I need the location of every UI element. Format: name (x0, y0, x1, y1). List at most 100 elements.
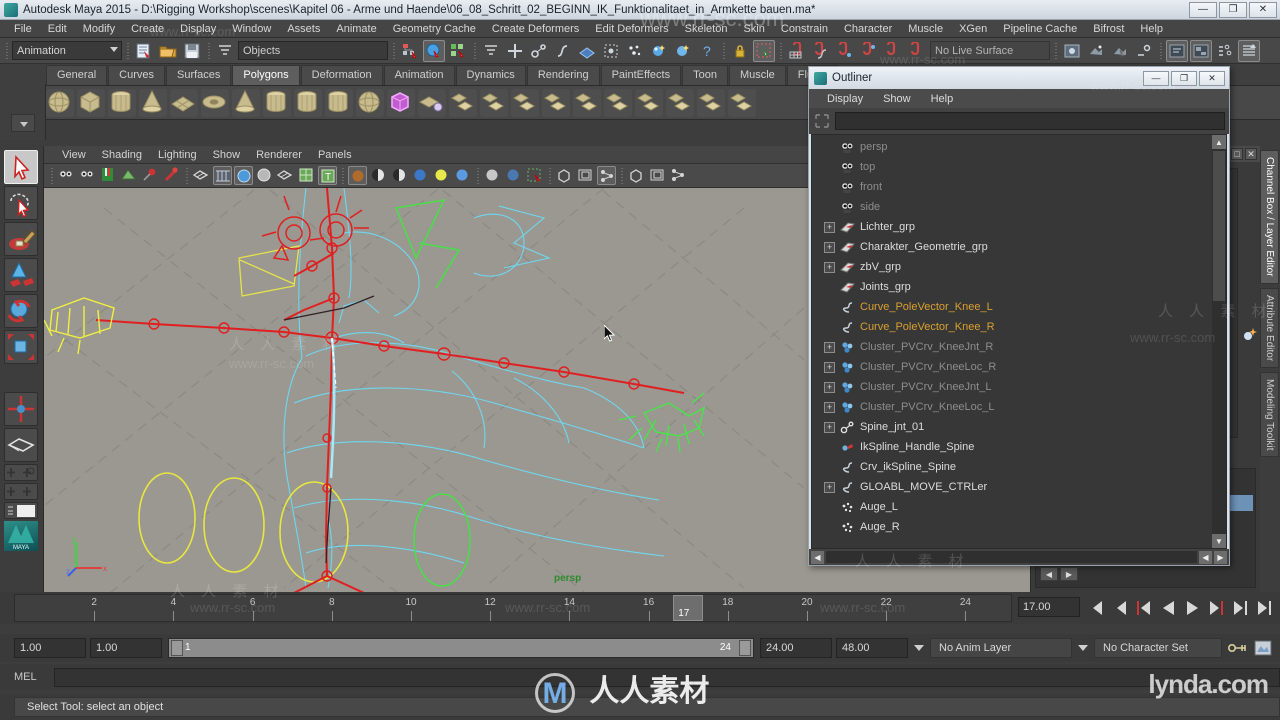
menu-item-skin[interactable]: Skin (735, 20, 772, 38)
select-tool[interactable] (4, 150, 38, 184)
render-settings-icon[interactable] (1133, 40, 1155, 62)
viewport-menu-lighting[interactable]: Lighting (150, 149, 205, 161)
hscroll-far-right-icon[interactable]: ▶ (1214, 550, 1227, 564)
expand-toggle-icon[interactable]: + (824, 381, 835, 393)
soft-modification-tool[interactable] (4, 392, 38, 426)
rotate-tool[interactable] (4, 294, 38, 328)
poly-cone-icon[interactable] (139, 88, 167, 117)
expand-toggle-icon[interactable]: + (824, 361, 835, 373)
snap-projected-icon[interactable] (858, 40, 880, 62)
step-forward-keyframe-icon[interactable] (1230, 598, 1250, 618)
outliner-window[interactable]: Outliner — ❐ ✕ Display Show Help persp top f… (808, 66, 1230, 566)
save-scene-icon[interactable] (181, 40, 203, 62)
shaded-icon[interactable] (234, 166, 253, 185)
go-to-start-icon[interactable] (1086, 598, 1106, 618)
outliner-vertical-scrollbar[interactable]: ▲ ▼ (1212, 135, 1226, 548)
poly-smooth-icon[interactable] (728, 88, 756, 117)
single-view-icon[interactable] (627, 166, 646, 185)
poly-prism-icon[interactable] (294, 88, 322, 117)
menu-item-skeleton[interactable]: Skeleton (677, 20, 736, 38)
minimize-button[interactable]: — (1189, 1, 1217, 18)
right-tab-attribute-editor[interactable]: Attribute Editor (1260, 287, 1279, 368)
viewport-menu-renderer[interactable]: Renderer (248, 149, 310, 161)
step-back-keyframe-icon[interactable] (1110, 598, 1130, 618)
four-view-layout[interactable] (4, 464, 38, 481)
snap-live-icon[interactable] (906, 40, 928, 62)
play-forwards-icon[interactable] (1182, 598, 1202, 618)
poly-sphere-icon[interactable] (46, 88, 74, 117)
poly-combine-icon[interactable] (449, 88, 477, 117)
menu-item-animate[interactable]: Animate (328, 20, 384, 38)
outliner-item[interactable]: + Lichter_grp (812, 217, 1212, 237)
toolbar-separator[interactable] (471, 42, 478, 60)
menu-item-pipeline-cache[interactable]: Pipeline Cache (995, 20, 1085, 38)
poly-bevel-icon[interactable] (573, 88, 601, 117)
hscroll-track[interactable] (826, 551, 1197, 563)
no-lights-icon[interactable] (483, 166, 502, 185)
toolbar-separator[interactable] (1052, 42, 1059, 60)
select-by-object-icon[interactable] (423, 39, 445, 62)
outliner-item[interactable]: + Cluster_PVCrv_KneeJnt_L (812, 377, 1212, 397)
time-slider-track[interactable]: 2 4 6 8 10 12 14 16 18 20 22 24 17 (14, 594, 1012, 622)
scroll-right-icon[interactable]: ▶ (1060, 567, 1078, 581)
xray-joints-icon[interactable] (390, 166, 409, 185)
playblast-icon[interactable] (162, 166, 181, 185)
select-by-hierarchy-icon[interactable] (399, 40, 421, 62)
outliner-menu-show[interactable]: Show (873, 93, 921, 105)
expand-toggle-icon[interactable]: + (824, 241, 835, 253)
poly-extrude-icon[interactable] (511, 88, 539, 117)
shelf-tab-painteffects[interactable]: PaintEffects (600, 65, 682, 85)
shelf-tab-rendering[interactable]: Rendering (526, 65, 600, 85)
step-forward-frame-icon[interactable] (1206, 598, 1226, 618)
poly-split-icon[interactable] (604, 88, 632, 117)
joints-mask-icon[interactable] (528, 40, 550, 62)
toolbar-separator[interactable] (1157, 42, 1164, 60)
hscroll-left-icon[interactable]: ◀ (811, 550, 824, 564)
current-time-field[interactable]: 17.00 (1018, 597, 1080, 617)
image-plane-icon[interactable] (120, 166, 139, 185)
menu-item-edit-deformers[interactable]: Edit Deformers (587, 20, 676, 38)
outliner-minimize-button[interactable]: — (1143, 70, 1169, 86)
film-gate-icon[interactable] (555, 166, 574, 185)
poly-pyramid-icon[interactable] (232, 88, 260, 117)
selection-mask-menu-icon[interactable] (214, 40, 236, 62)
outliner-item[interactable]: Auge_R (812, 517, 1212, 537)
shadows-icon[interactable] (348, 166, 367, 185)
snap-grid-icon[interactable] (786, 40, 808, 62)
shelf-tab-animation[interactable]: Animation (383, 65, 455, 85)
shelf-tab-deformation[interactable]: Deformation (300, 65, 383, 85)
close-icon[interactable]: ✕ (1245, 148, 1257, 160)
outliner-item[interactable]: + zbV_grp (812, 257, 1212, 277)
right-tab-channel-box-layer-editor[interactable]: Channel Box / Layer Editor (1260, 150, 1279, 284)
outliner-item[interactable]: + GLOABL_MOVE_CTRLer (812, 477, 1212, 497)
lasso-select-tool[interactable] (4, 186, 38, 220)
select-camera-icon[interactable] (57, 166, 76, 185)
step-back-frame-icon[interactable] (1134, 598, 1154, 618)
misc-mask-icon[interactable] (672, 40, 694, 62)
poly-merge-icon[interactable] (635, 88, 663, 117)
menu-item-display[interactable]: Display (172, 20, 224, 38)
poly-append-icon[interactable] (666, 88, 694, 117)
toolbar-separator[interactable] (3, 42, 10, 60)
poly-pipe-icon[interactable] (263, 88, 291, 117)
menu-item-modify[interactable]: Modify (75, 20, 123, 38)
animation-start-field[interactable]: 1.00 (14, 638, 86, 658)
open-hypergraph-icon[interactable] (1190, 39, 1212, 62)
outliner-item[interactable]: side (812, 197, 1212, 217)
shelf-tab-general[interactable]: General (46, 65, 108, 85)
open-channel-box-icon[interactable] (1238, 39, 1260, 62)
open-scene-icon[interactable] (157, 40, 179, 62)
restore-button[interactable]: ❐ (1219, 1, 1247, 18)
single-perspective-view[interactable] (4, 428, 38, 462)
playback-start-field[interactable]: 1.00 (90, 638, 162, 658)
resolution-gate-icon[interactable] (576, 166, 595, 185)
right-tab-modeling-toolkit[interactable]: Modeling Toolkit (1260, 371, 1279, 458)
scale-tool[interactable] (4, 330, 38, 364)
expand-toggle-icon[interactable]: + (824, 341, 835, 353)
render-view-icon[interactable] (1061, 40, 1083, 62)
expand-toggle-icon[interactable]: + (824, 481, 835, 493)
poly-torus-icon[interactable] (201, 88, 229, 117)
menu-item-window[interactable]: Window (224, 20, 279, 38)
poly-cut-icon[interactable] (697, 88, 725, 117)
menu-set-selector[interactable]: Animation (12, 41, 122, 60)
